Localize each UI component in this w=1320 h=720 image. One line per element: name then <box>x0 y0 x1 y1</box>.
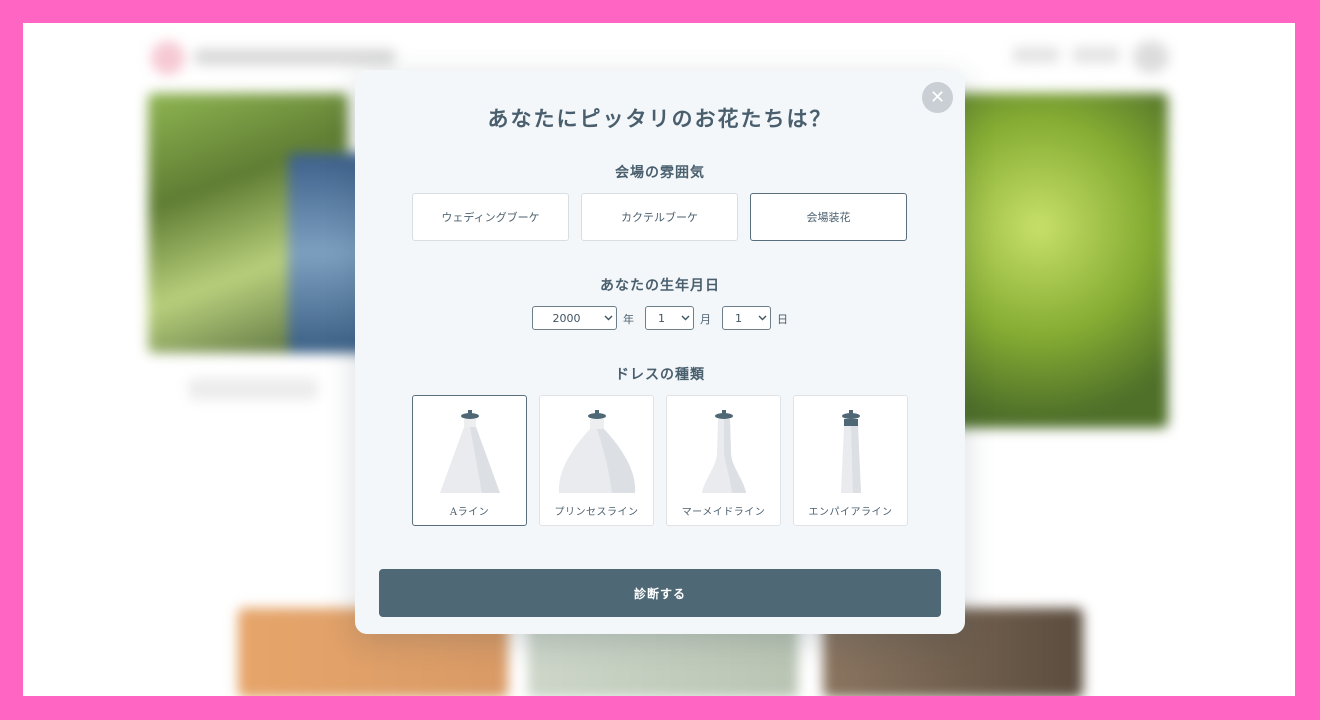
day-value: 1 <box>735 311 742 325</box>
site-logo <box>151 41 185 75</box>
mermaid-line-dress-icon <box>702 410 746 493</box>
year-value: 2000 <box>552 311 581 325</box>
month-select[interactable]: 1 <box>645 306 694 330</box>
scene-label: 会場の雰囲気 <box>615 165 705 181</box>
dress-option-label: マーメイドライン <box>681 507 766 518</box>
year-unit: 年 <box>623 313 634 326</box>
dress-option-empire-line[interactable]: エンパイアライン <box>793 395 908 526</box>
background-photo <box>953 93 1168 428</box>
dress-option-label: プリンセスライン <box>554 507 639 518</box>
day-select[interactable]: 1 <box>722 306 771 330</box>
month-value: 1 <box>658 311 665 325</box>
chevron-down-icon <box>677 307 693 329</box>
scene-option-wedding-bouquet[interactable]: ウェディングブーケ <box>412 193 569 241</box>
princess-line-dress-icon <box>558 410 636 493</box>
birthday-label: あなたの生年月日 <box>600 278 720 294</box>
month-unit: 月 <box>700 313 711 326</box>
site-name <box>195 49 395 65</box>
a-line-dress-icon <box>440 410 500 493</box>
chevron-down-icon <box>600 307 616 329</box>
dress-option-princess-line[interactable]: プリンセスライン <box>539 395 654 526</box>
background-caption <box>188 378 318 400</box>
diagnosis-modal <box>355 70 965 634</box>
nav-item <box>1013 47 1059 63</box>
dress-option-label: Aライン <box>449 507 490 518</box>
dress-option-a-line[interactable]: Aライン <box>412 395 527 526</box>
dress-option-mermaid-line[interactable]: マーメイドライン <box>666 395 781 526</box>
scene-option-venue-flowers[interactable]: 会場装花 <box>750 193 907 241</box>
empire-line-dress-icon <box>841 410 861 493</box>
day-unit: 日 <box>777 313 788 326</box>
nav-item <box>1073 47 1119 63</box>
dress-label: ドレスの種類 <box>615 367 705 383</box>
dress-option-label: エンパイアライン <box>808 507 893 518</box>
modal-title: あなたにピッタリのお花たちは？ <box>487 106 833 131</box>
diagnose-button[interactable]: 診断する <box>379 569 941 617</box>
nav-icon <box>1133 41 1169 73</box>
year-select[interactable]: 2000 <box>532 306 617 330</box>
chevron-down-icon <box>754 307 770 329</box>
scene-option-cocktail-bouquet[interactable]: カクテルブーケ <box>581 193 738 241</box>
